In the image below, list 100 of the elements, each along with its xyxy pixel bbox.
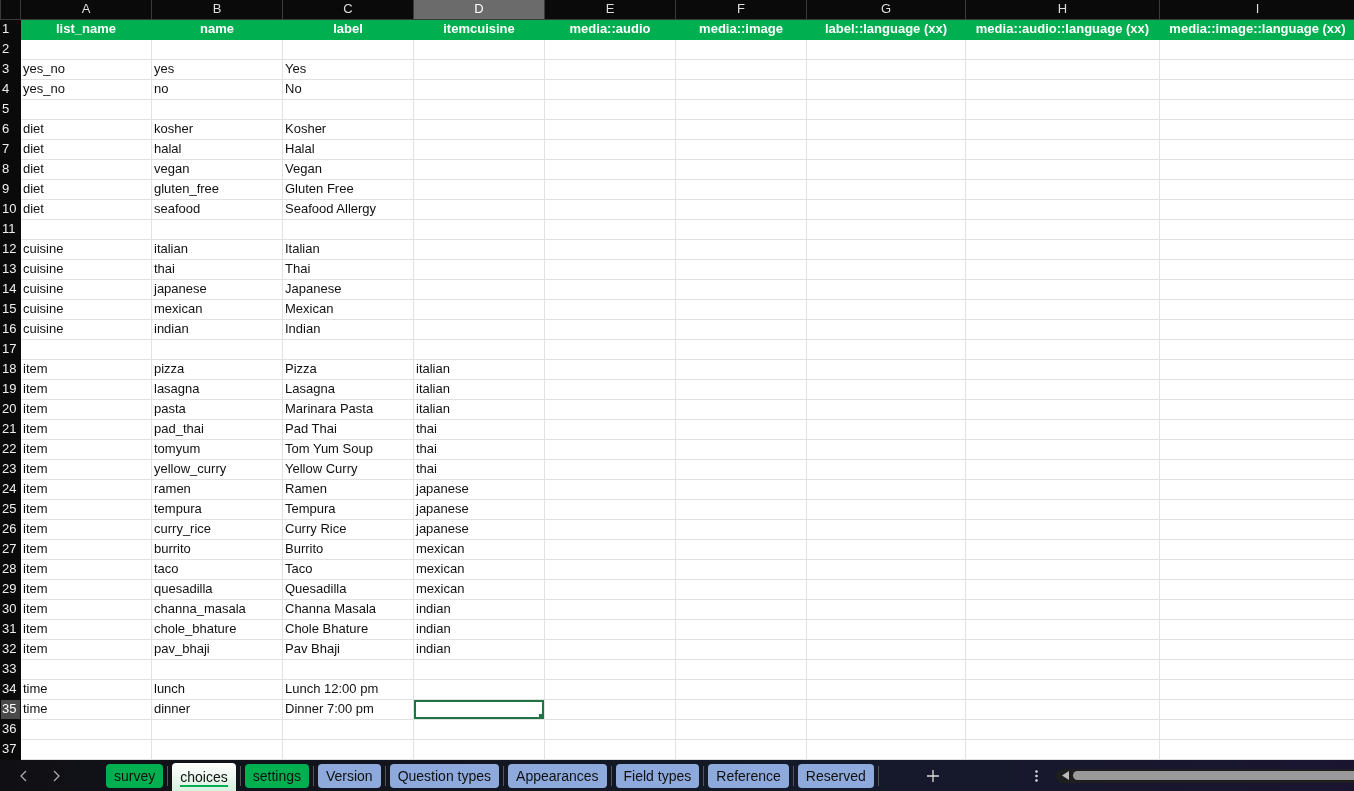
table-cell: Lunch 12:00 pm [282,679,414,699]
sheet-tab[interactable]: Question types [389,763,500,788]
row-header[interactable]: 26 [0,519,21,539]
chevron-left-icon[interactable] [20,769,28,782]
row-header[interactable]: 10 [0,199,21,219]
row-header[interactable]: 20 [0,399,21,419]
row-header[interactable]: 32 [0,639,21,659]
row-header[interactable]: 23 [0,459,21,479]
row-header[interactable]: 19 [0,379,21,399]
row-header[interactable]: 34 [0,679,21,699]
table-cell: vegan [151,159,283,179]
table-cell: dinner [151,699,283,719]
table-cell: taco [151,559,283,579]
table-cell: italian [413,379,545,399]
row-header[interactable]: 22 [0,439,21,459]
table-cell: mexican [413,539,545,559]
table-cell: Quesadilla [282,579,414,599]
scrollbar-thumb[interactable] [1072,771,1354,780]
row-header[interactable]: 7 [0,139,21,159]
table-cell: Gluten Free [282,179,414,199]
row-header[interactable]: 3 [0,59,21,79]
row-header[interactable]: 15 [0,299,21,319]
sheet-tab[interactable]: Reference [708,763,789,788]
column-header[interactable]: D [413,0,545,19]
table-cell: thai [151,259,283,279]
row-header[interactable]: 31 [0,619,21,639]
row-header[interactable]: 14 [0,279,21,299]
table-cell: time [20,699,152,719]
row-header[interactable]: 17 [0,339,21,359]
row-header[interactable]: 6 [0,119,21,139]
row-header[interactable]: 35 [0,699,21,719]
row-header[interactable]: 37 [0,739,21,759]
row-header[interactable]: 27 [0,539,21,559]
row-header[interactable]: 11 [0,219,21,239]
sheet-tab[interactable]: Field types [615,763,700,788]
table-cell: diet [20,159,152,179]
table-cell: Halal [282,139,414,159]
horizontal-scrollbar[interactable] [1055,768,1354,783]
table-cell: indian [413,599,545,619]
row-header[interactable]: 16 [0,319,21,339]
table-cell: no [151,79,283,99]
table-cell: No [282,79,414,99]
row-header[interactable]: 4 [0,79,21,99]
column-header[interactable]: C [282,0,414,19]
table-cell: yes_no [20,59,152,79]
table-cell: halal [151,139,283,159]
table-cell: japanese [413,499,545,519]
column-header[interactable]: F [675,0,807,19]
table-cell: diet [20,199,152,219]
table-cell: diet [20,119,152,139]
table-cell: indian [413,619,545,639]
column-header[interactable]: I [1159,0,1354,19]
table-cell: japanese [413,519,545,539]
table-cell: cuisine [20,319,152,339]
table-cell: kosher [151,119,283,139]
chevron-right-icon[interactable] [52,769,60,782]
more-icon[interactable] [1034,769,1038,782]
row-header[interactable]: 8 [0,159,21,179]
row-header[interactable]: 36 [0,719,21,739]
row-header[interactable]: 21 [0,419,21,439]
selected-cell[interactable] [413,699,545,719]
sheet-tab[interactable]: settings [244,763,309,788]
table-cell: pad_thai [151,419,283,439]
table-cell: Pizza [282,359,414,379]
row-header[interactable]: 18 [0,359,21,379]
table-cell: Marinara Pasta [282,399,414,419]
row-header[interactable]: 1 [0,19,21,39]
row-header[interactable]: 29 [0,579,21,599]
column-header[interactable]: B [151,0,283,19]
table-cell: mexican [413,579,545,599]
table-cell: Chole Bhature [282,619,414,639]
row-header[interactable]: 2 [0,39,21,59]
row-header[interactable]: 9 [0,179,21,199]
table-cell: Pav Bhaji [282,639,414,659]
table-cell: Pad Thai [282,419,414,439]
sheet-tab[interactable]: Appearances [508,763,607,788]
sheet-tab[interactable]: Version [317,763,381,788]
scroll-left-icon[interactable] [1061,771,1069,780]
column-header[interactable]: H [965,0,1160,19]
row-header[interactable]: 25 [0,499,21,519]
row-header[interactable]: 5 [0,99,21,119]
table-cell: tempura [151,499,283,519]
table-cell: mexican [413,559,545,579]
sheet-tab[interactable]: survey [106,763,164,788]
row-header[interactable]: 12 [0,239,21,259]
table-cell: Italian [282,239,414,259]
plus-icon[interactable] [926,769,939,782]
column-header[interactable]: G [806,0,966,19]
column-header[interactable]: E [544,0,676,19]
row-header[interactable]: 13 [0,259,21,279]
table-cell: item [20,479,152,499]
table-cell: item [20,539,152,559]
column-header[interactable]: A [20,0,152,19]
sheet-tab[interactable]: Reserved [797,763,874,788]
row-header[interactable]: 24 [0,479,21,499]
sheet-tab[interactable]: choices [172,762,236,791]
row-header[interactable]: 33 [0,659,21,679]
table-cell: item [20,519,152,539]
row-header[interactable]: 30 [0,599,21,619]
row-header[interactable]: 28 [0,559,21,579]
